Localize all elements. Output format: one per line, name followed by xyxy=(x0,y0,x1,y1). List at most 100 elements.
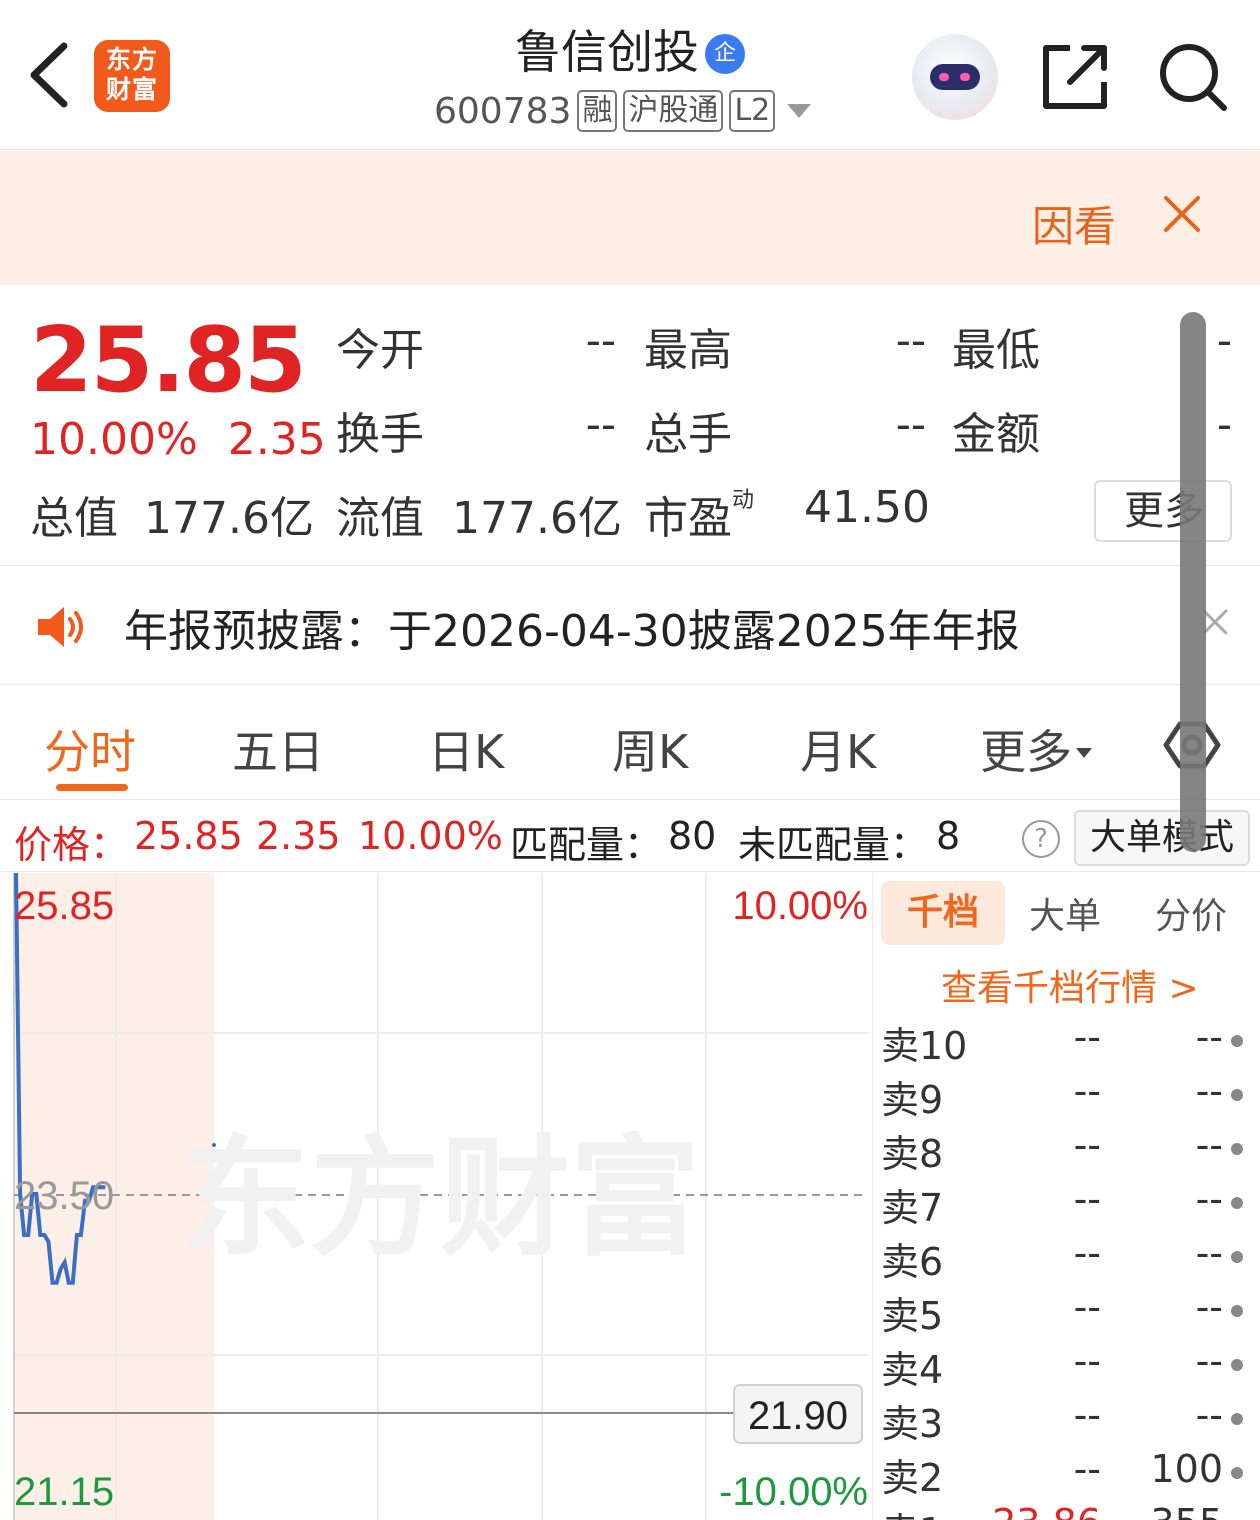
order-volume: 355 xyxy=(1111,1501,1223,1520)
order-row: 卖2 -- 100 xyxy=(881,1447,1253,1501)
order-label: 卖9 xyxy=(881,1078,944,1122)
stock-name: 鲁信创投 xyxy=(515,25,699,79)
current-price: 25.85 xyxy=(30,308,307,413)
order-row: 卖7 -- -- xyxy=(881,1177,1253,1231)
market-cap-label: 总值 xyxy=(30,493,118,544)
share-button[interactable] xyxy=(1040,40,1112,112)
matched-value: 80 xyxy=(668,814,717,858)
tab-more[interactable]: 更多 xyxy=(980,716,1092,782)
tab-price-split[interactable]: 分价 xyxy=(1155,887,1227,939)
order-label: 卖1 xyxy=(881,1501,943,1520)
close-icon xyxy=(1164,196,1200,232)
order-price: -- xyxy=(1073,1069,1101,1113)
speaker-icon xyxy=(36,605,90,653)
order-row: 卖3 -- -- xyxy=(881,1393,1253,1447)
caret-down-icon xyxy=(1076,748,1092,758)
dot-icon xyxy=(1231,1413,1243,1425)
tab-daily-k[interactable]: 日K xyxy=(428,716,504,782)
order-price: -- xyxy=(1073,1177,1101,1221)
order-price: 23.86 xyxy=(991,1501,1101,1520)
change-amount: 2.35 xyxy=(227,414,326,465)
caret-down-icon[interactable] xyxy=(787,104,812,118)
stock-subline[interactable]: 600783 融 沪股通 L2 xyxy=(434,90,812,132)
header: 东方 财富 鲁信创投企 600783 融 沪股通 L2 xyxy=(0,0,1260,150)
order-row: 卖6 -- -- xyxy=(881,1231,1253,1285)
tab-thousand-levels[interactable]: 千档 xyxy=(881,881,1005,945)
order-price: -- xyxy=(1073,1285,1101,1329)
chart-tabs: 分时 五日 日K 周K 月K 更多 xyxy=(0,686,1260,800)
order-row: 卖4 -- -- xyxy=(881,1339,1253,1393)
order-label: 卖8 xyxy=(881,1132,944,1176)
order-label: 卖2 xyxy=(881,1456,944,1500)
crosshair-value: 21.90 xyxy=(748,1394,848,1438)
tab-intraday[interactable]: 分时 xyxy=(44,716,136,782)
matched-label: 匹配量： xyxy=(510,823,663,867)
info-change-amt: 2.35 xyxy=(256,814,341,858)
low-label: 最低 xyxy=(952,325,1040,376)
order-volume: -- xyxy=(1195,1069,1223,1113)
order-volume: -- xyxy=(1195,1177,1223,1221)
help-icon[interactable]: ? xyxy=(1022,820,1060,858)
quote-panel: 25.85 10.00% 2.35 今开 -- 最高 -- 最低 - 换手 -- … xyxy=(0,286,1260,566)
price-point xyxy=(212,1143,216,1147)
unmatched-label: 未匹配量： xyxy=(738,823,929,867)
tag-connect: 沪股通 xyxy=(623,90,724,132)
open-value: -- xyxy=(585,316,616,365)
order-volume: -- xyxy=(1195,1285,1223,1329)
y-tick-right-top: 10.00% xyxy=(732,884,868,928)
dot-icon xyxy=(1231,1089,1243,1101)
order-volume: -- xyxy=(1195,1015,1223,1059)
watermark: 东方财富 xyxy=(180,1125,700,1271)
promo-close-button[interactable] xyxy=(1162,194,1202,238)
dot-icon xyxy=(1231,1305,1243,1317)
order-price: -- xyxy=(1073,1447,1101,1491)
tab-monthly-k[interactable]: 月K xyxy=(800,716,876,782)
notice-text: 年报预披露：于2026-04-30披露2025年年报 xyxy=(124,606,1020,657)
amount-label: 金额 xyxy=(952,409,1040,460)
order-label: 卖6 xyxy=(881,1240,944,1284)
y-tick-bottom: 21.15 xyxy=(14,1470,114,1514)
scrollbar-thumb[interactable] xyxy=(1180,312,1206,852)
tab-big-orders[interactable]: 大单 xyxy=(1029,887,1101,939)
active-tab-indicator xyxy=(56,784,128,791)
order-volume: 100 xyxy=(1150,1447,1223,1491)
search-button[interactable] xyxy=(1156,40,1230,112)
order-row: 卖8 -- -- xyxy=(881,1123,1253,1177)
assistant-avatar[interactable] xyxy=(912,34,998,120)
pe-value: 41.50 xyxy=(804,482,930,533)
order-label: 卖5 xyxy=(881,1294,944,1338)
big-order-mode-button[interactable]: 大单模式 xyxy=(1074,810,1250,866)
intraday-chart[interactable]: 东方财富 25.85 23.50 21.15 10.00% -10.00% 21… xyxy=(0,872,872,1520)
y-tick-right-bottom: -10.00% xyxy=(719,1470,868,1514)
order-volume: -- xyxy=(1195,1231,1223,1275)
open-label: 今开 xyxy=(336,325,424,376)
more-stats-button[interactable]: 更多 xyxy=(1094,480,1232,542)
notice-bar[interactable]: 年报预披露：于2026-04-30披露2025年年报 xyxy=(0,567,1260,685)
share-icon xyxy=(1043,45,1107,109)
info-change-pct: 10.00% xyxy=(358,814,503,858)
price-change: 10.00% 2.35 xyxy=(30,414,326,465)
robot-face-icon xyxy=(930,64,980,90)
dot-icon xyxy=(1231,1251,1243,1263)
info-price: 25.85 xyxy=(134,814,243,858)
info-price-label: 价格： xyxy=(14,823,129,867)
price-info-line: 价格： 25.85 2.35 10.00% 匹配量： 80 未匹配量： 8 ? … xyxy=(0,802,1260,872)
high-label: 最高 xyxy=(644,325,732,376)
dot-icon xyxy=(1231,1143,1243,1155)
pe-label: 市盈动 xyxy=(644,482,754,546)
pe-sup: 动 xyxy=(732,488,755,513)
market-cap-value: 177.6亿 xyxy=(144,493,314,544)
unmatched-value: 8 xyxy=(936,814,961,858)
order-row: 卖5 -- -- xyxy=(881,1285,1253,1339)
tab-five-day[interactable]: 五日 xyxy=(232,716,324,782)
pe-label-text: 市盈 xyxy=(644,493,732,544)
promo-banner[interactable]: 因看 xyxy=(0,151,1260,285)
turnover-label: 换手 xyxy=(336,409,424,460)
tab-more-label: 更多 xyxy=(980,725,1072,779)
intraday-chart-svg: 东方财富 25.85 23.50 21.15 10.00% -10.00% 21… xyxy=(13,872,868,1520)
float-cap-value: 177.6亿 xyxy=(452,493,622,544)
tab-weekly-k[interactable]: 周K xyxy=(612,716,688,782)
order-volume: -- xyxy=(1195,1339,1223,1383)
promo-text: 因看 xyxy=(1032,202,1117,251)
view-levels-link[interactable]: 查看千档行情 > xyxy=(941,959,1199,1011)
